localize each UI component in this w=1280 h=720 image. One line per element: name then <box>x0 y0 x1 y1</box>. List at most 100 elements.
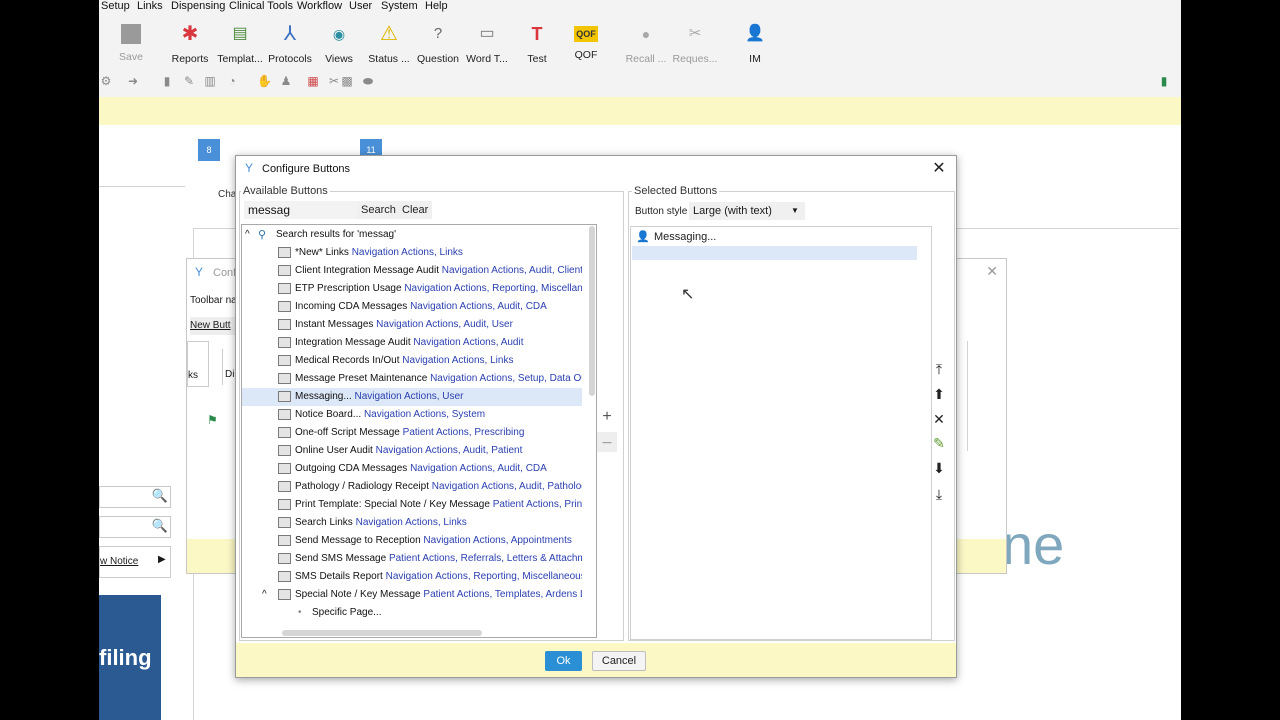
edit-icon[interactable]: ✎ <box>929 433 949 453</box>
list-item[interactable]: Send SMS Message Patient Actions, Referr… <box>242 550 582 568</box>
tool-icon[interactable]: ♟ <box>279 74 293 88</box>
chevron-right-icon[interactable]: ▶ <box>158 554 166 565</box>
im-button[interactable]: 👤 IM <box>725 22 785 65</box>
background-tile: ks <box>187 341 209 387</box>
tree-header[interactable]: ^ ⚲ Search results for 'messag' <box>242 226 582 244</box>
menu-help[interactable]: Help <box>425 0 448 12</box>
menu-clinical-tools[interactable]: Clinical Tools <box>229 0 293 12</box>
chevron-up-icon[interactable]: ^ <box>262 586 267 604</box>
drop-placeholder[interactable] <box>632 246 917 260</box>
calendar-icon[interactable]: ▦ <box>306 74 320 88</box>
cancel-button[interactable]: Cancel <box>592 651 646 671</box>
item-categories: Navigation Actions, System <box>363 409 486 420</box>
close-icon[interactable]: ✕ <box>986 263 998 280</box>
qof-button[interactable]: QOF QOF <box>556 22 616 61</box>
list-item[interactable]: Integration Message Audit Navigation Act… <box>242 334 582 352</box>
move-top-icon[interactable]: ⤒ <box>929 359 949 379</box>
clear-button[interactable]: Clear <box>398 201 433 219</box>
tool-icon[interactable]: ✋ <box>257 74 272 88</box>
list-item[interactable]: Instant Messages Navigation Actions, Aud… <box>242 316 582 334</box>
im-icon: 👤 <box>745 25 765 42</box>
list-item[interactable]: 👤 Messaging... <box>632 229 917 245</box>
list-item[interactable]: Client Integration Message Audit Navigat… <box>242 262 582 280</box>
button-icon <box>278 553 291 564</box>
item-categories: Navigation Actions, Links <box>351 247 463 258</box>
configure-buttons-dialog: Y Configure Buttons ✕ Available Buttons … <box>235 155 957 678</box>
button-style-select[interactable]: Large (with text) ▼ <box>689 202 805 220</box>
item-name: Notice Board... <box>295 409 362 420</box>
tree-subitem[interactable]: • Specific Page... <box>242 604 582 622</box>
list-item[interactable]: Incoming CDA Messages Navigation Actions… <box>242 298 582 316</box>
list-item[interactable]: One-off Script Message Patient Actions, … <box>242 424 582 442</box>
search-icon[interactable]: 🔍 <box>151 517 169 535</box>
separator-icon[interactable]: — <box>597 432 617 452</box>
move-bottom-icon[interactable]: ⤓ <box>929 484 949 504</box>
menu-system[interactable]: System <box>381 0 418 12</box>
vertical-scrollbar[interactable] <box>589 226 595 396</box>
tool-icon[interactable]: ▩ <box>340 74 354 88</box>
list-item[interactable]: Online User Audit Navigation Actions, Au… <box>242 442 582 460</box>
tool-icon[interactable]: ◔ <box>225 74 239 88</box>
tool-icon[interactable]: ✂ <box>327 74 341 88</box>
horizontal-scrollbar[interactable] <box>282 630 482 636</box>
list-item[interactable]: Outgoing CDA Messages Navigation Actions… <box>242 460 582 478</box>
list-item[interactable]: ^ Special Note / Key Message Patient Acti… <box>242 586 582 604</box>
tool-icon[interactable]: ⚙ <box>99 74 113 88</box>
button-icon <box>278 589 291 600</box>
arrow-right-icon[interactable]: ➜ <box>126 74 140 88</box>
new-button[interactable]: New Butt <box>190 317 240 335</box>
tool-icon[interactable]: ▮ <box>160 74 174 88</box>
logo-text: ne <box>1002 513 1065 576</box>
item-name: Online User Audit <box>295 445 373 456</box>
search-input[interactable]: messag <box>244 201 358 219</box>
tool-icon[interactable]: ▥ <box>203 74 217 88</box>
move-down-icon[interactable]: ⬇ <box>929 458 949 478</box>
item-categories: Navigation Actions, Reporting, Miscellan… <box>404 283 582 294</box>
button-icon <box>278 499 291 510</box>
ok-button[interactable]: Ok <box>545 651 582 671</box>
menu-dispensing[interactable]: Dispensing <box>171 0 225 12</box>
save-button[interactable]: Save <box>101 22 161 63</box>
button-icon <box>278 247 291 258</box>
item-categories: Navigation Actions, Appointments <box>423 535 572 546</box>
list-item[interactable]: Medical Records In/Out Navigation Action… <box>242 352 582 370</box>
search-icon[interactable]: 🔍 <box>151 487 169 505</box>
list-item[interactable]: SMS Details Report Navigation Actions, R… <box>242 568 582 586</box>
add-icon[interactable]: + <box>597 407 617 427</box>
item-name: Send Message to Reception <box>295 535 421 546</box>
new-notice-link[interactable]: w Notice <box>100 556 138 567</box>
item-name: Message Preset Maintenance <box>295 373 428 384</box>
tool-icon[interactable]: ⬬ <box>361 74 375 88</box>
list-item[interactable]: Search Links Navigation Actions, Links <box>242 514 582 532</box>
button-icon <box>278 445 291 456</box>
toolbar-name-label: Toolbar na <box>190 295 237 306</box>
button-icon <box>278 319 291 330</box>
menu-links[interactable]: Links <box>137 0 163 12</box>
item-categories: Navigation Actions, Audit, CDA <box>410 301 547 312</box>
notice-panel: w Notice ▶ <box>99 546 171 578</box>
move-up-icon[interactable]: ⬆ <box>929 384 949 404</box>
item-categories: Patient Actions, Referrals, Letters & At… <box>388 553 582 564</box>
menu-setup[interactable]: Setup <box>101 0 130 12</box>
list-item[interactable]: Send Message to Reception Navigation Act… <box>242 532 582 550</box>
request-button[interactable]: ✂ Reques... <box>665 22 725 65</box>
search-button[interactable]: Search <box>357 201 400 219</box>
item-name: SMS Details Report <box>295 571 383 582</box>
chevron-up-icon[interactable]: ^ <box>245 226 250 244</box>
reports-icon: ✱ <box>181 23 199 45</box>
remove-icon[interactable]: ✕ <box>929 409 949 429</box>
search-icon: ⚲ <box>258 229 267 241</box>
menu-workflow[interactable]: Workflow <box>297 0 342 12</box>
list-item[interactable]: *New* Links Navigation Actions, Links <box>242 244 582 262</box>
list-item[interactable]: Pathology / Radiology Receipt Navigation… <box>242 478 582 496</box>
chart-icon[interactable]: ▮ <box>1157 74 1171 88</box>
list-item[interactable]: Messaging... Navigation Actions, User <box>242 388 582 406</box>
list-item[interactable]: Print Template: Special Note / Key Messa… <box>242 496 582 514</box>
list-item[interactable]: ETP Prescription Usage Navigation Action… <box>242 280 582 298</box>
menu-user[interactable]: User <box>349 0 372 12</box>
tool-icon[interactable]: ✎ <box>182 74 196 88</box>
item-name: Medical Records In/Out <box>295 355 400 366</box>
close-icon[interactable]: ✕ <box>930 160 948 178</box>
list-item[interactable]: Notice Board... Navigation Actions, Syst… <box>242 406 582 424</box>
list-item[interactable]: Message Preset Maintenance Navigation Ac… <box>242 370 582 388</box>
